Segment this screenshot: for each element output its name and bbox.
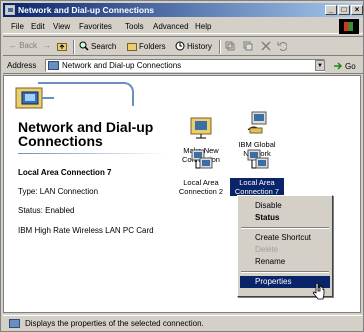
- item-label: Local Area Connection 2: [178, 178, 224, 196]
- menu-item-rename[interactable]: Rename: [240, 256, 330, 268]
- connection-type: Type: LAN Connection: [18, 187, 99, 196]
- explorer-window: Network and Dial-up Connections _ □ × Fi…: [0, 0, 364, 332]
- close-button[interactable]: ×: [351, 5, 363, 15]
- local-area-connection-7-item[interactable]: Local Area Connection 7: [230, 148, 284, 196]
- lan-connection-icon: [247, 149, 269, 169]
- menu-help[interactable]: Help: [195, 22, 211, 31]
- address-field[interactable]: Network and Dial-up Connections: [45, 59, 325, 72]
- menu-separator: [241, 271, 329, 273]
- network-connections-icon: [15, 87, 54, 109]
- connection-status: Status: Enabled: [18, 206, 75, 215]
- menu-bar: File Edit View Favorites Tools Advanced …: [3, 19, 363, 34]
- forward-button[interactable]: →: [43, 41, 51, 50]
- window-title: Network and Dial-up Connections: [18, 5, 155, 15]
- connection-device: IBM High Rate Wireless LAN PC Card: [18, 226, 154, 235]
- search-label: Search: [91, 42, 117, 51]
- item-label: Local Area Connection 7: [230, 178, 284, 196]
- menu-tools[interactable]: Tools: [125, 22, 144, 31]
- lan-connection-icon: [191, 149, 213, 169]
- toolbar-separator: [73, 40, 75, 54]
- up-folder-icon: [57, 43, 67, 51]
- network-folder-icon: [9, 319, 20, 328]
- menu-edit[interactable]: Edit: [31, 22, 45, 31]
- network-folder-icon: [48, 61, 59, 70]
- selected-connection-name: Local Area Connection 7: [18, 168, 112, 177]
- search-button[interactable]: Search: [79, 41, 116, 51]
- toolbar-separator: [219, 40, 221, 54]
- menu-item-disable[interactable]: Disable: [240, 200, 330, 212]
- address-bar: Address Network and Dial-up Connections …: [3, 57, 363, 74]
- page-title: Network and Dial-up Connections: [18, 120, 168, 148]
- windows-logo-icon: [339, 19, 359, 34]
- menu-item-status[interactable]: Status: [240, 212, 330, 224]
- delete-button[interactable]: [261, 41, 273, 51]
- menu-item-delete[interactable]: Delete: [240, 244, 330, 256]
- go-label: Go: [345, 62, 356, 71]
- local-area-connection-2-item[interactable]: Local Area Connection 2: [174, 148, 228, 196]
- status-text: Displays the properties of the selected …: [25, 319, 204, 328]
- move-to-icon: [225, 41, 235, 51]
- history-label: History: [187, 42, 212, 51]
- dialup-connection-icon: [247, 111, 267, 134]
- folders-icon: [127, 43, 137, 51]
- page-title-text: Network and Dial-up Connections: [18, 119, 154, 149]
- status-bar: Displays the properties of the selected …: [3, 315, 363, 331]
- search-icon: [79, 41, 89, 51]
- copy-to-icon: [243, 41, 253, 51]
- title-divider: [18, 153, 168, 154]
- title-bar[interactable]: Network and Dial-up Connections _ □ ×: [3, 3, 363, 17]
- up-folder-button[interactable]: [57, 41, 69, 51]
- go-button[interactable]: Go: [333, 61, 356, 71]
- minimize-button[interactable]: _: [325, 5, 337, 15]
- folders-button[interactable]: Folders: [127, 41, 166, 51]
- menu-favorites[interactable]: Favorites: [79, 22, 112, 31]
- menu-item-create-shortcut[interactable]: Create Shortcut: [240, 232, 330, 244]
- undo-icon: [277, 42, 287, 51]
- address-value: Network and Dial-up Connections: [62, 61, 182, 70]
- copy-to-button[interactable]: [243, 41, 255, 51]
- folders-label: Folders: [139, 42, 166, 51]
- go-arrow-icon: [334, 62, 343, 70]
- address-label: Address: [7, 61, 37, 70]
- menu-advanced[interactable]: Advanced: [153, 22, 189, 31]
- history-button[interactable]: History: [175, 41, 212, 51]
- web-view-pane: Network and Dial-up Connections Local Ar…: [4, 76, 172, 312]
- context-menu: Disable Status Create Shortcut Delete Re…: [237, 195, 333, 297]
- folder-icon: [5, 5, 15, 15]
- menu-view[interactable]: View: [53, 22, 70, 31]
- menu-file[interactable]: File: [11, 22, 24, 31]
- address-dropdown-button[interactable]: ▼: [315, 60, 325, 71]
- make-new-connection-icon: [190, 117, 212, 139]
- move-to-button[interactable]: [225, 41, 237, 51]
- back-button[interactable]: ← Back: [9, 41, 37, 50]
- delete-icon: [261, 41, 271, 51]
- maximize-button[interactable]: □: [338, 5, 350, 15]
- undo-button[interactable]: [277, 41, 289, 51]
- menu-separator: [241, 227, 329, 229]
- mouse-pointer-icon: [312, 283, 325, 300]
- toolbar: ← Back → Search Folders History: [3, 36, 363, 56]
- history-icon: [175, 41, 185, 51]
